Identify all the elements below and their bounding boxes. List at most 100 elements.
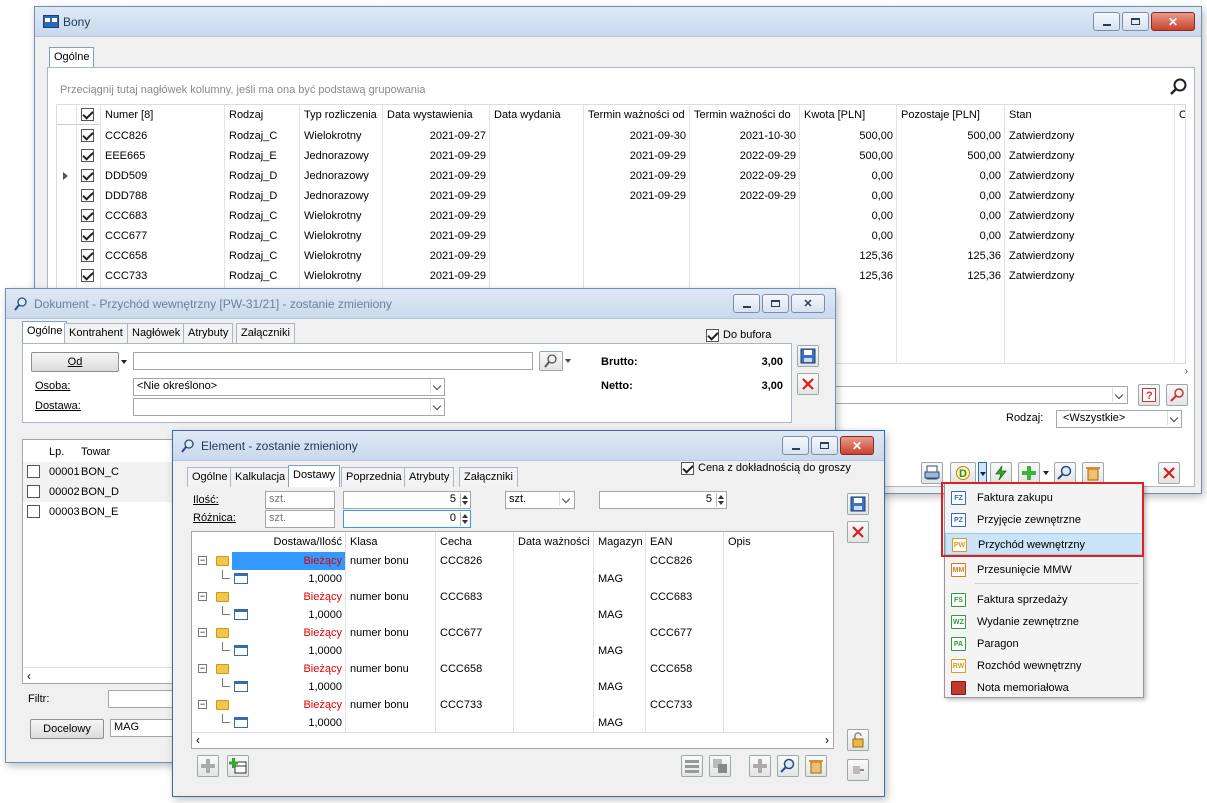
- table-row[interactable]: DDD788 Rodzaj_D Jednorazowy 2021-09-29 2021-…: [57, 186, 1185, 206]
- od-button[interactable]: Od: [31, 352, 119, 372]
- add-document-dropdown-button[interactable]: D: [950, 462, 976, 484]
- view-button[interactable]: [777, 755, 799, 777]
- tab-nag-wek[interactable]: Nagłówek: [127, 323, 186, 343]
- column-header[interactable]: Opis: [724, 532, 824, 552]
- run-button[interactable]: [990, 462, 1012, 484]
- table-row[interactable]: CCC677 Rodzaj_C Wielokrotny 2021-09-29 0,00 0…: [57, 226, 1185, 246]
- menu-item-fs[interactable]: FS Faktura sprzedaży: [945, 589, 1143, 611]
- minimize-button[interactable]: [733, 294, 760, 313]
- tab-za-czniki[interactable]: Załączniki: [459, 467, 518, 487]
- search-icon[interactable]: [1170, 78, 1188, 99]
- column-header[interactable]: Termin ważności do: [690, 105, 800, 125]
- add-item-button[interactable]: [197, 755, 219, 777]
- row-checkbox[interactable]: [27, 485, 40, 498]
- row-checkbox[interactable]: [81, 209, 94, 222]
- rodzaj-select-arrow[interactable]: [1166, 411, 1181, 427]
- docelowy-button[interactable]: Docelowy: [30, 719, 104, 739]
- dropdown-arrow-icon[interactable]: [978, 462, 987, 484]
- table-row[interactable]: CCC826 Rodzaj_C Wielokrotny 2021-09-27 2021-…: [57, 126, 1185, 146]
- od-search-dropdown-arrow[interactable]: [565, 359, 571, 363]
- minimize-button[interactable]: [782, 436, 809, 455]
- rodzaj-select[interactable]: <Wszystkie>: [1056, 410, 1182, 428]
- tab-og-lne[interactable]: Ogólne: [187, 467, 233, 487]
- close-button[interactable]: ✕: [840, 436, 874, 455]
- tab-atrybuty[interactable]: Atrybuty: [404, 467, 455, 487]
- filter-settings-button[interactable]: [1166, 384, 1188, 406]
- delete-button[interactable]: [805, 755, 827, 777]
- spinner-icon[interactable]: [716, 493, 725, 507]
- column-header[interactable]: Opis: [1175, 105, 1185, 125]
- ilosc-input[interactable]: 5: [343, 491, 471, 509]
- list-item[interactable]: 00003 BON_E: [23, 502, 181, 522]
- bony-titlebar[interactable]: Bony ✕: [35, 7, 1201, 37]
- add-row-button[interactable]: [227, 755, 249, 777]
- row-checkbox[interactable]: [81, 129, 94, 142]
- row-checkbox[interactable]: [81, 169, 94, 182]
- row-checkbox[interactable]: [27, 505, 40, 518]
- menu-item-nota[interactable]: Nota memoriałowa: [945, 677, 1143, 699]
- collapse-icon[interactable]: −: [198, 556, 207, 565]
- dostawa-select[interactable]: [133, 398, 445, 416]
- table-row[interactable]: EEE665 Rodzaj_E Jednorazowy 2021-09-29 2021-…: [57, 146, 1185, 166]
- table-row[interactable]: CCC658 Rodzaj_C Wielokrotny 2021-09-29 125,3…: [57, 246, 1185, 266]
- unit-select-arrow[interactable]: [559, 492, 573, 506]
- element-titlebar[interactable]: Element - zostanie zmieniony ✕: [173, 431, 884, 461]
- collapse-icon[interactable]: −: [198, 664, 207, 673]
- scroll-left-icon[interactable]: ‹: [196, 733, 200, 747]
- minimize-button[interactable]: [1093, 12, 1120, 31]
- cancel-button[interactable]: [797, 373, 819, 395]
- maximize-button[interactable]: [762, 294, 789, 313]
- delete-button[interactable]: [1082, 462, 1104, 484]
- tab-ogolne[interactable]: Ogólne: [49, 47, 95, 69]
- collapse-icon[interactable]: −: [198, 592, 207, 601]
- od-dropdown-arrow[interactable]: [121, 352, 129, 372]
- column-header[interactable]: Numer [8]: [101, 105, 225, 125]
- tab-kalkulacja[interactable]: Kalkulacja: [230, 467, 291, 487]
- add-button[interactable]: [749, 755, 771, 777]
- column-header[interactable]: Data wydania: [490, 105, 584, 125]
- bony-filter-combo[interactable]: [828, 386, 1128, 404]
- column-header[interactable]: Stan: [1005, 105, 1175, 125]
- tab-atrybuty[interactable]: Atrybuty: [183, 323, 234, 343]
- col-lp-header[interactable]: Lp.: [45, 442, 68, 462]
- list-item[interactable]: 00002 BON_D: [23, 482, 181, 502]
- scroll-left-icon[interactable]: ‹: [27, 669, 31, 683]
- tab-kontrahent[interactable]: Kontrahent: [64, 323, 128, 343]
- add-dropdown-arrow[interactable]: [1042, 462, 1051, 484]
- dokument-titlebar[interactable]: Dokument - Przychód wewnętrzny [PW-31/21…: [6, 289, 835, 319]
- row-checkbox[interactable]: [81, 249, 94, 262]
- row-checkbox[interactable]: [81, 269, 94, 282]
- menu-item-pa[interactable]: PA Paragon: [945, 633, 1143, 655]
- column-header[interactable]: Data ważności: [514, 532, 594, 552]
- column-header[interactable]: Dostawa/Ilość: [232, 532, 346, 552]
- tab-poprzednia[interactable]: Poprzednia: [341, 467, 407, 487]
- scroll-right-icon[interactable]: ›: [1185, 366, 1188, 377]
- column-header[interactable]: EAN: [646, 532, 724, 552]
- tab-za-czniki[interactable]: Załączniki: [236, 323, 295, 343]
- dostawa-select-arrow[interactable]: [430, 399, 444, 413]
- maximize-button[interactable]: [1122, 12, 1149, 31]
- table-row[interactable]: CCC733 Rodzaj_C Wielokrotny 2021-09-29 125,3…: [57, 266, 1185, 286]
- od-search-button[interactable]: [539, 351, 563, 371]
- row-checkbox[interactable]: [81, 149, 94, 162]
- spinner-icon[interactable]: [460, 512, 469, 526]
- table-row[interactable]: CCC683 Rodzaj_C Wielokrotny 2021-09-29 0,00 0…: [57, 206, 1185, 226]
- column-header[interactable]: Magazyn: [594, 532, 646, 552]
- menu-item-mm[interactable]: MM Przesunięcie MMW: [945, 559, 1143, 581]
- menu-item-wz[interactable]: WZ Wydanie zewnętrzne: [945, 611, 1143, 633]
- cena-check[interactable]: [681, 462, 694, 475]
- collapse-icon[interactable]: −: [198, 628, 207, 637]
- list-item[interactable]: 00001 BON_C: [23, 462, 181, 482]
- spinner-icon[interactable]: [460, 493, 469, 507]
- column-header[interactable]: Termin ważności od: [584, 105, 690, 125]
- list-view-button[interactable]: [681, 755, 703, 777]
- od-input[interactable]: [133, 352, 533, 370]
- column-header[interactable]: Klasa: [346, 532, 436, 552]
- menu-item-rw[interactable]: RW Rozchód wewnętrzny: [945, 655, 1143, 677]
- col-towar-header[interactable]: Towar: [77, 442, 114, 462]
- tab-dostawy[interactable]: Dostawy: [288, 465, 341, 487]
- horizontal-scrollbar[interactable]: ‹ ›: [192, 732, 833, 748]
- column-header[interactable]: Rodzaj: [225, 105, 300, 125]
- cancel-button[interactable]: [847, 521, 869, 543]
- unlock-button[interactable]: [847, 729, 869, 751]
